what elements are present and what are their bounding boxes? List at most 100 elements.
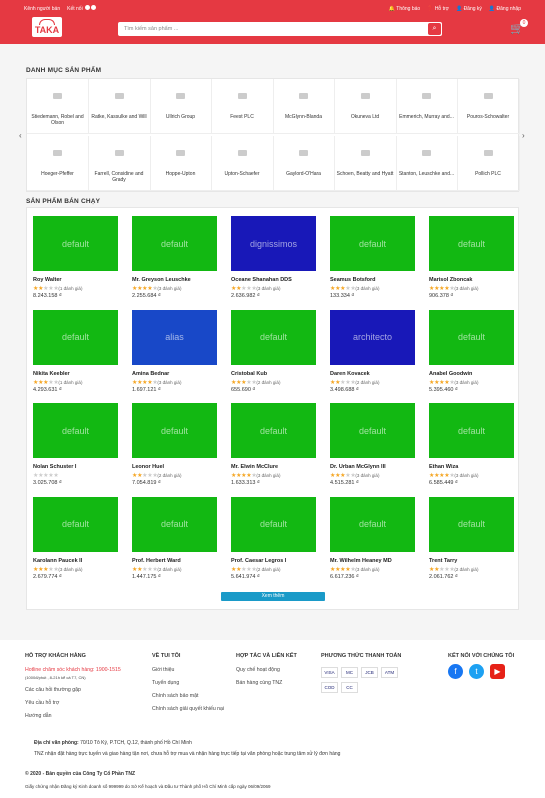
product-card[interactable]: dignissimos Oceane Shanahan DDS ★★★★★(3 đá… [231,216,316,299]
product-image[interactable]: dignissimos [231,216,316,271]
product-name[interactable]: Mr. Wilhelm Heaney MD [330,558,415,565]
category-item[interactable]: Pollich PLC [457,136,520,191]
product-image[interactable]: default [330,496,415,552]
twitter-icon[interactable] [91,5,97,10]
product-card[interactable]: default Mr. Elwin McClure ★★★★★(3 đánh giá… [231,403,316,486]
product-image[interactable]: default [429,496,514,552]
product-image[interactable]: default [132,496,217,552]
product-card[interactable]: default Mr. Wilhelm Heaney MD ★★★★★(3 đánh… [330,496,415,580]
search-input[interactable]: Tìm kiếm sản phẩm ... [118,22,442,36]
category-item[interactable]: Stanton, Leuschke and... [396,136,458,191]
product-card[interactable]: default Karolann Paucek II ★★★★★(3 đánh gi… [33,496,118,580]
product-card[interactable]: default Prof. Caesar Legros I ★★★★★(2 đánh… [231,496,316,580]
product-name[interactable]: Nikita Keebler [33,371,118,378]
product-card[interactable]: default Marisol Zboncak ★★★★★(3 đánh giá) 9… [429,216,514,299]
next-arrow-icon[interactable]: › [522,131,525,140]
load-more-button[interactable]: Xem thêm [221,592,325,601]
product-name[interactable]: Mr. Greyson Leuschke [132,277,217,284]
search-button[interactable]: ⌕ [428,23,441,35]
product-card[interactable]: default Seamus Botsford ★★★★★(3 đánh giá) 1… [330,216,415,299]
product-image[interactable]: default [33,309,118,365]
sell-with-link[interactable]: Bán hàng cùng TNZ [236,680,311,686]
regulation-link[interactable]: Quy chế hoạt động [236,667,311,673]
prev-arrow-icon[interactable]: ‹ [19,131,22,140]
category-item[interactable]: Feest PLC [211,79,274,134]
product-card[interactable]: default Dr. Urban McGlynn III ★★★★★(3 đánh… [330,403,415,486]
category-item[interactable]: Ratke, Kassulke and Will [88,79,151,134]
product-image[interactable]: default [330,403,415,458]
register-link[interactable]: 👤 Đăng ký [456,6,482,12]
product-name[interactable]: Prof. Herbert Ward [132,558,217,565]
product-name[interactable]: Dr. Urban McGlynn III [330,464,415,471]
seller-channel-link[interactable]: Kênh người bán [24,6,60,12]
product-name[interactable]: Mr. Elwin McClure [231,464,316,471]
hotline-link[interactable]: Hotline chăm sóc khách hàng: 1900-1515 [25,667,140,673]
product-image[interactable]: default [231,309,316,365]
product-name[interactable]: Ethan Wiza [429,464,514,471]
product-name[interactable]: Trent Tarry [429,558,514,565]
product-image[interactable]: default [429,403,514,458]
help-link[interactable]: ❓ Hỗ trợ [427,6,449,12]
product-image[interactable]: architecto [330,309,415,365]
category-item[interactable]: Ullrich Group [150,79,212,134]
category-item[interactable]: Upton-Schaefer [211,136,274,191]
category-item[interactable]: McGlynn-Blanda [273,79,335,134]
category-item[interactable]: Farrell, Considine and Grady [88,136,151,191]
support-request-link[interactable]: Yêu cầu hỗ trợ [25,700,140,706]
faq-link[interactable]: Các câu hỏi thường gặp [25,687,140,693]
cart-button[interactable]: 🛒 0 [510,19,528,36]
product-card[interactable]: alias Amina Bednar ★★★★★(3 đánh giá) 1.697.… [132,309,217,393]
product-image[interactable]: default [132,403,217,458]
category-item[interactable]: Hoppe-Upton [150,136,212,191]
product-name[interactable]: Amina Bednar [132,371,217,378]
product-image[interactable]: default [330,216,415,271]
category-item[interactable]: Emmerich, Murray and... [396,79,458,134]
product-card[interactable]: default Roy Walter ★★★★★(1 đánh giá) 8.243.… [33,216,118,299]
facebook-icon[interactable] [85,5,91,10]
product-card[interactable]: default Prof. Herbert Ward ★★★★★(2 đánh gi… [132,496,217,580]
product-name[interactable]: Prof. Caesar Legros I [231,558,316,565]
privacy-link[interactable]: Chính sách bảo mật [152,693,227,699]
product-card[interactable]: default Leonor Huel ★★★★★(2 đánh giá) 7.054… [132,403,217,486]
product-image[interactable]: default [132,216,217,271]
category-item[interactable]: Schoen, Beatty and Hyatt [334,136,397,191]
product-card[interactable]: default Ethan Wiza ★★★★★(3 đánh giá) 6.585.… [429,403,514,486]
recruit-link[interactable]: Tuyển dụng [152,680,227,686]
product-card[interactable]: default Nikita Keebler ★★★★★(1 đánh giá) 4.… [33,309,118,393]
product-image[interactable]: alias [132,309,217,365]
product-name[interactable]: Seamus Botsford [330,277,415,284]
category-item[interactable]: Hoeger-Pfeffer [27,136,89,191]
complaint-link[interactable]: Chính sách giải quyết khiếu nại [152,706,227,712]
site-logo[interactable]: TAKA [32,17,62,37]
product-image[interactable]: default [33,216,118,271]
youtube-icon[interactable]: ▶ [490,664,505,679]
product-image[interactable]: default [231,496,316,552]
product-image[interactable]: default [429,216,514,271]
guide-link[interactable]: Hướng dẫn [25,713,140,719]
product-name[interactable]: Roy Walter [33,277,118,284]
product-card[interactable]: default Nolan Schuster I ★★★★★ 3.025.708 ₫ [33,403,118,486]
product-name[interactable]: Nolan Schuster I [33,464,118,471]
category-item[interactable]: Pouros-Schowalter [457,79,520,134]
notification-link[interactable]: 🔔 Thông báo [389,6,420,12]
product-name[interactable]: Marisol Zboncak [429,277,514,284]
product-card[interactable]: default Mr. Greyson Leuschke ★★★★★(3 đánh … [132,216,217,299]
login-link[interactable]: 👤 Đăng nhập [489,6,521,12]
product-name[interactable]: Anabel Goodwin [429,371,514,378]
product-image[interactable]: default [231,403,316,458]
product-card[interactable]: default Trent Tarry ★★★★★(2 đánh giá) 2.061… [429,496,514,580]
intro-link[interactable]: Giới thiệu [152,667,227,673]
product-card[interactable]: default Anabel Goodwin ★★★★★(3 đánh giá) 5.… [429,309,514,393]
category-item[interactable]: Stiedemann, Robel and Olson [27,79,89,134]
category-item[interactable]: Gaylord-O'Hara [273,136,335,191]
product-card[interactable]: default Cristobal Kub ★★★★★(2 đánh giá) 655… [231,309,316,393]
category-item[interactable]: Okuneva Ltd [334,79,397,134]
product-name[interactable]: Oceane Shanahan DDS [231,277,316,284]
product-name[interactable]: Leonor Huel [132,464,217,471]
product-name[interactable]: Karolann Paucek II [33,558,118,565]
product-image[interactable]: default [33,403,118,458]
product-card[interactable]: architecto Daren Kovacek ★★★★★(2 đánh giá)… [330,309,415,393]
facebook-icon[interactable]: f [448,664,463,679]
product-name[interactable]: Daren Kovacek [330,371,415,378]
product-name[interactable]: Cristobal Kub [231,371,316,378]
